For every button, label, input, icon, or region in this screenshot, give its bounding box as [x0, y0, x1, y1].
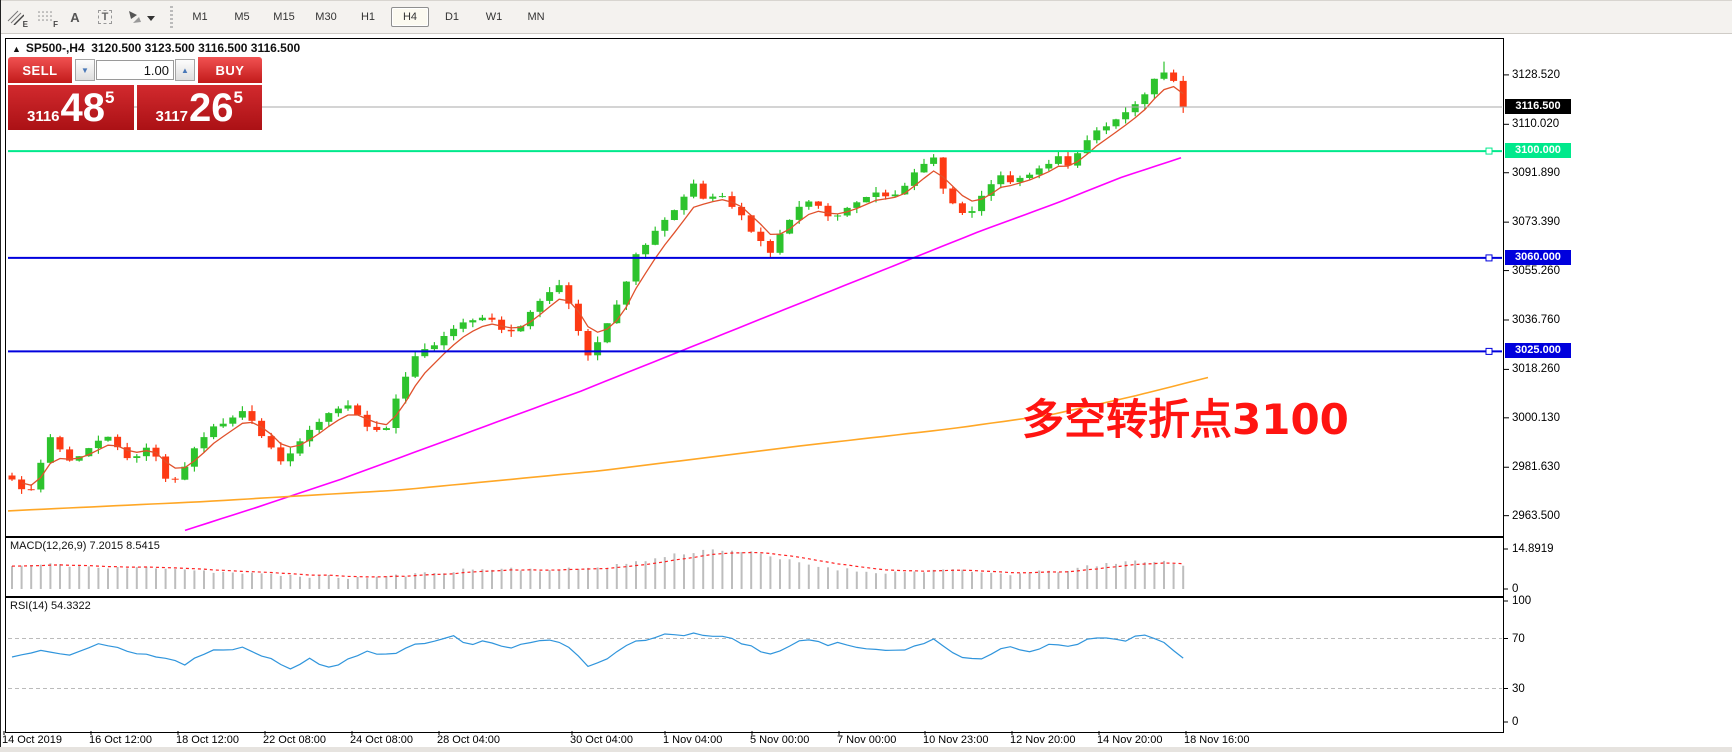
sell-price-small: 3116	[27, 108, 60, 125]
date-tick-label: 24 Oct 08:00	[350, 734, 413, 746]
price-tick-label: 3128.520	[1512, 68, 1560, 83]
price-level-badge[interactable]: 3025.000	[1505, 343, 1571, 358]
collapse-arrow-icon[interactable]: ▲	[12, 44, 21, 54]
price-tick-label: 3018.260	[1512, 362, 1560, 377]
rsi-axis-label: 30	[1512, 682, 1525, 697]
buy-price-button[interactable]: 3117 26 5	[137, 85, 263, 130]
one-click-trade-panel: SELL ▼ ▲ BUY 3116 48 5 3117 26 5	[8, 57, 262, 130]
macd-histogram	[12, 549, 1183, 589]
date-tick-label: 14 Nov 20:00	[1097, 734, 1162, 746]
date-tick-label: 12 Nov 20:00	[1010, 734, 1075, 746]
buy-price-big: 26	[189, 85, 234, 130]
price-tick-label: 2963.500	[1512, 509, 1560, 524]
rsi-axis-label: 0	[1512, 715, 1518, 730]
sell-price-sup: 5	[105, 88, 114, 130]
macd-axis-label: 14.8919	[1512, 542, 1554, 557]
volume-increase-button[interactable]: ▲	[175, 59, 195, 81]
price-tick-label: 3091.890	[1512, 166, 1560, 181]
date-tick-label: 1 Nov 04:00	[663, 734, 722, 746]
price-level-badge[interactable]: 3100.000	[1505, 143, 1571, 158]
date-tick-label: 10 Nov 23:00	[923, 734, 988, 746]
line-handle	[1486, 255, 1492, 261]
price-tick-label: 3000.130	[1512, 411, 1560, 426]
sell-price-big: 48	[61, 85, 106, 130]
price-tick-label: 3055.260	[1512, 264, 1560, 279]
macd-label: MACD(12,26,9) 7.2015 8.5415	[10, 540, 160, 552]
buy-button[interactable]: BUY	[198, 57, 262, 83]
date-tick-label: 30 Oct 04:00	[570, 734, 633, 746]
chart-title: ▲ SP500-,H4 3120.500 3123.500 3116.500 31…	[12, 41, 300, 55]
rsi-axis-label: 70	[1512, 632, 1525, 647]
date-tick-label: 7 Nov 00:00	[837, 734, 896, 746]
price-tick-label: 3073.390	[1512, 215, 1560, 230]
price-tick-label: 2981.630	[1512, 460, 1560, 475]
ma-fast-line	[22, 87, 1184, 486]
buy-price-small: 3117	[155, 108, 188, 125]
date-tick-label: 28 Oct 04:00	[437, 734, 500, 746]
volume-input[interactable]	[96, 60, 174, 80]
date-tick-label: 22 Oct 08:00	[263, 734, 326, 746]
sell-price-button[interactable]: 3116 48 5	[8, 85, 134, 130]
line-handle	[1486, 148, 1492, 154]
date-tick-label: 5 Nov 00:00	[750, 734, 809, 746]
price-tick-label: 3036.760	[1512, 313, 1560, 328]
rsi-axis-label: 100	[1512, 594, 1531, 609]
ohlc-readout: 3120.500 3123.500 3116.500 3116.500	[91, 41, 300, 55]
line-handle	[1486, 348, 1492, 354]
current-price-badge: 3116.500	[1505, 99, 1571, 114]
ma-mid-line	[185, 158, 1181, 531]
symbol-label: SP500-,H4	[26, 41, 85, 55]
buy-price-sup: 5	[234, 88, 243, 130]
price-tick-label: 3110.020	[1512, 117, 1559, 132]
rsi-label: RSI(14) 54.3322	[10, 600, 91, 612]
date-tick-label: 18 Nov 16:00	[1184, 734, 1249, 746]
date-tick-label: 18 Oct 12:00	[176, 734, 239, 746]
sell-button[interactable]: SELL	[8, 57, 72, 83]
volume-stepper: ▼ ▲	[72, 57, 198, 83]
chart-annotation: 多空转折点3100	[1022, 386, 1349, 447]
volume-decrease-button[interactable]: ▼	[75, 59, 95, 81]
date-tick-label: 16 Oct 12:00	[89, 734, 152, 746]
date-tick-label: 14 Oct 2019	[2, 734, 62, 746]
trading-app-window: E F A T M1M5M15M30H1H4	[0, 0, 1732, 752]
